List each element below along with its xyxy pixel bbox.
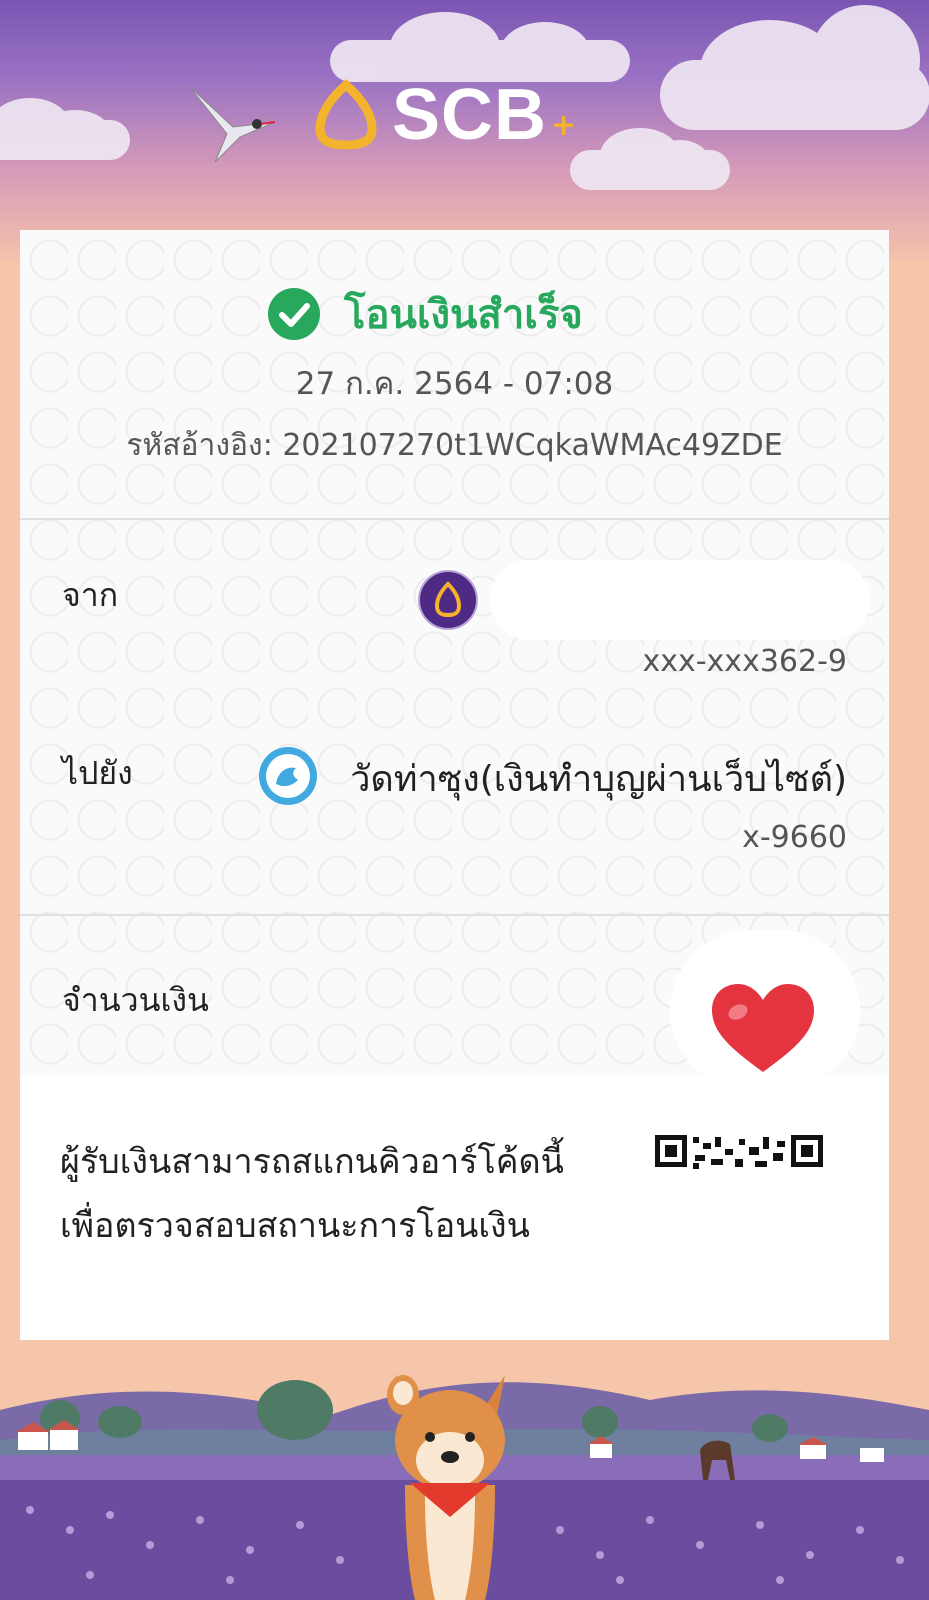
- receipt-card: โอนเงินสำเร็จ 27 ก.ค. 2564 - 07:08 รหัสอ…: [20, 230, 889, 1350]
- transaction-reference: รหัสอ้างอิง: 202107270t1WCqkaWMAc49ZDE: [126, 428, 783, 463]
- bird-icon: [189, 86, 276, 163]
- from-account: xxx-xxx362-9: [642, 644, 847, 679]
- heart-icon: [712, 984, 814, 1072]
- scb-bank-icon: [418, 570, 478, 630]
- brand-plus: +: [551, 107, 577, 143]
- scb-logo: SCB +: [310, 75, 576, 155]
- check-circle-icon: [268, 288, 320, 340]
- qr-note: ผู้รับเงินสามารถสแกนคิวอาร์โค้ดนี้ เพื่อ…: [60, 1130, 564, 1258]
- from-label: จาก: [62, 576, 119, 614]
- amount-label: จำนวนเงิน: [62, 981, 209, 1019]
- to-account: x-9660: [742, 820, 847, 855]
- to-name: วัดท่าซุง(เงินทำบุญผ่านเว็บไซต์): [350, 759, 847, 800]
- divider: [20, 914, 889, 916]
- qr-note-line1: ผู้รับเงินสามารถสแกนคิวอาร์โค้ดนี้: [60, 1142, 564, 1182]
- cloud: [570, 128, 730, 190]
- from-name-mask: [490, 560, 870, 640]
- transaction-datetime: 27 ก.ค. 2564 - 07:08: [295, 366, 614, 402]
- qr-note-line2: เพื่อตรวจสอบสถานะการโอนเงิน: [60, 1206, 530, 1246]
- cloud: [0, 98, 130, 160]
- scb-logo-icon: [315, 79, 377, 150]
- ktb-bank-icon: [259, 747, 317, 805]
- shiba-dog-icon: [387, 1375, 505, 1600]
- divider: [20, 518, 889, 520]
- status-row: โอนเงินสำเร็จ: [268, 282, 583, 346]
- brand-name: SCB: [392, 75, 548, 155]
- to-label: ไปยัง: [62, 754, 133, 792]
- cloud: [660, 5, 929, 130]
- status-title: โอนเงินสำเร็จ: [344, 292, 583, 338]
- qr-code-icon[interactable]: [655, 1135, 823, 1171]
